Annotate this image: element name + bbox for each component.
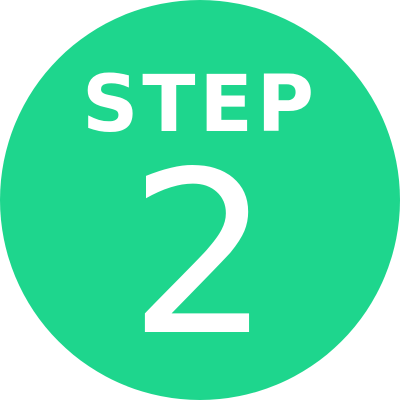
step-badge-canvas: STEP 2	[0, 0, 400, 400]
step-number: 2	[128, 124, 272, 386]
